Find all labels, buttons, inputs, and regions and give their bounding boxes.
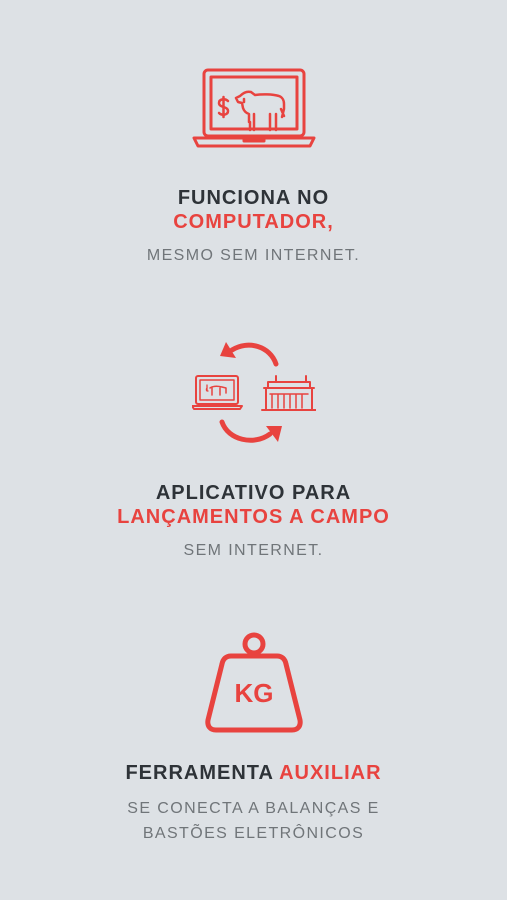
title-accent-line: LANÇAMENTOS A CAMPO bbox=[117, 506, 390, 528]
feature-subtitle: SEM INTERNET. bbox=[183, 542, 324, 559]
title-plain: FERRAMENTA bbox=[125, 762, 274, 784]
feature-subtitle: SE CONECTA A BALANÇAS E BASTÕES ELETRÔNI… bbox=[0, 796, 507, 846]
feature-subtitle: MESMO SEM INTERNET. bbox=[146, 247, 361, 264]
subtitle-line: SE CONECTA A BALANÇAS E bbox=[127, 800, 380, 817]
feature-title-aplicativo: APLICATIVO PARA LANÇAMENTOS A CAMPO bbox=[0, 481, 507, 529]
sync-arrows-icon bbox=[0, 338, 507, 448]
feature-title-computador: FUNCIONA NO COMPUTADOR, bbox=[0, 186, 507, 234]
title-line: APLICATIVO PARA bbox=[155, 482, 352, 504]
title-accent: AUXILIAR bbox=[279, 762, 382, 784]
feature-title-ferramenta: FERRAMENTA AUXILIAR bbox=[0, 761, 507, 785]
weight-kg-icon: KG bbox=[0, 630, 507, 734]
title-line: FUNCIONA NO bbox=[177, 187, 330, 209]
subtitle-line: BASTÕES ELETRÔNICOS bbox=[142, 825, 365, 842]
weight-kg-label: KG bbox=[234, 678, 273, 708]
laptop-cattle-icon bbox=[0, 66, 507, 152]
title-accent-line: COMPUTADOR, bbox=[173, 211, 334, 233]
